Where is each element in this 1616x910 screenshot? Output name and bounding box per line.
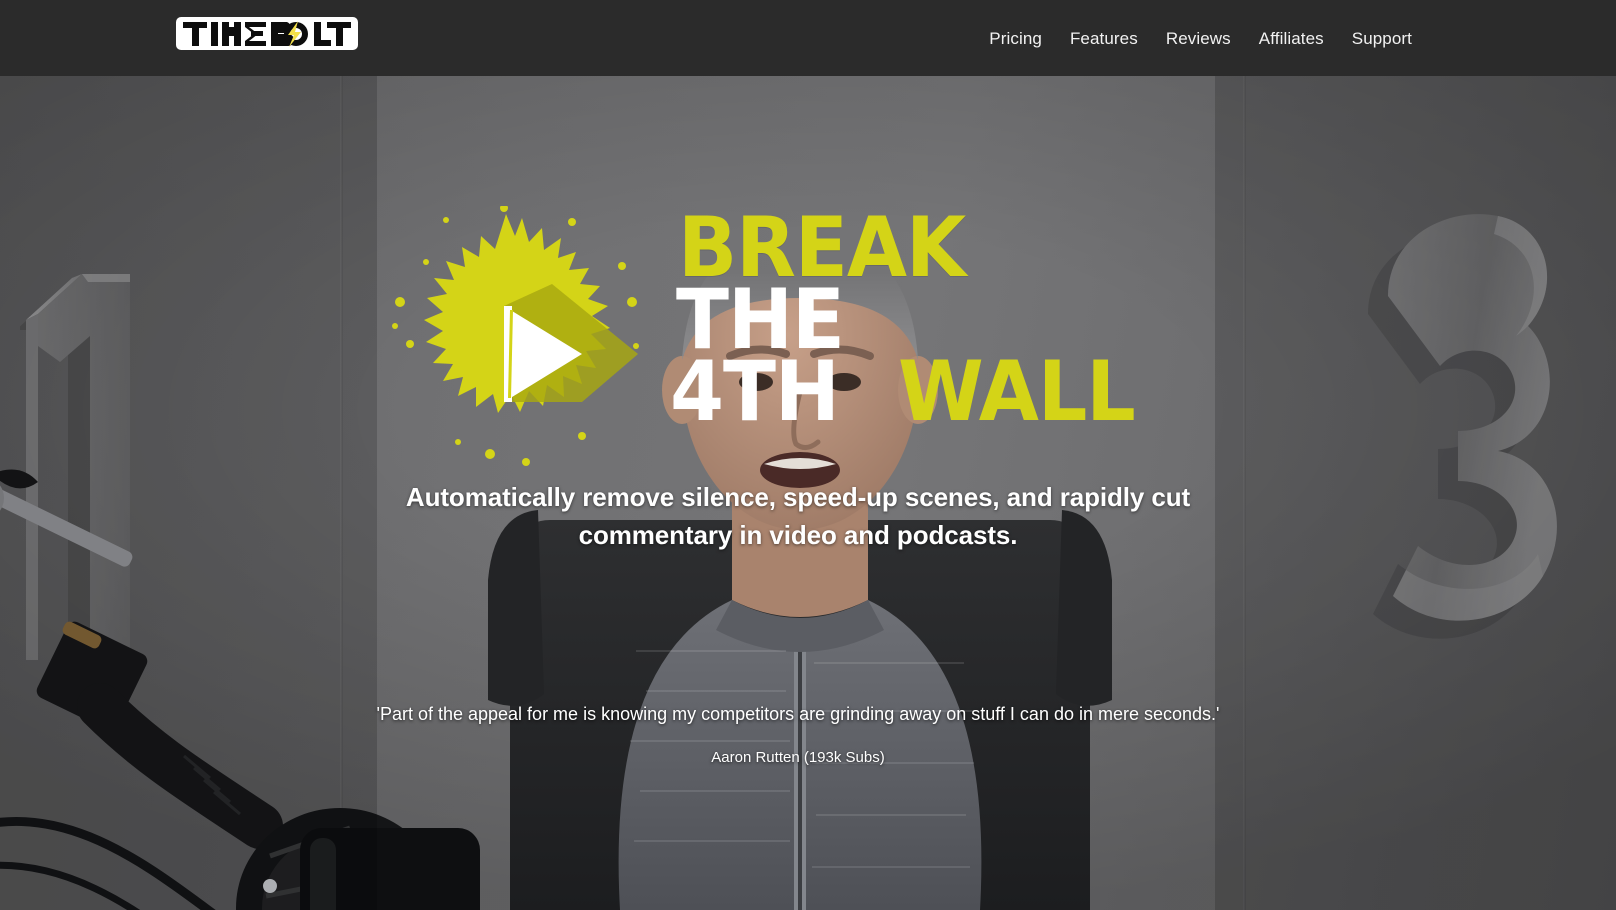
nav-link-features[interactable]: Features [1070,30,1138,47]
nav-link-reviews[interactable]: Reviews [1166,30,1231,47]
timebolt-logo-wordmark [183,20,351,47]
nav-link-support[interactable]: Support [1352,30,1412,47]
nav-link-pricing[interactable]: Pricing [989,30,1042,47]
main-navigation: Pricing Features Reviews Affiliates Supp… [989,0,1412,76]
studio-microphone [0,469,480,910]
wall-numeral-3 [1368,214,1557,639]
nav-link-affiliates[interactable]: Affiliates [1259,30,1324,47]
hero-video-section: BREAK THE 4TH WALL Automatically remove … [0,76,1616,910]
site-header: Pricing Features Reviews Affiliates Supp… [0,0,1616,76]
timebolt-logo[interactable] [176,17,358,50]
page-root: Pricing Features Reviews Affiliates Supp… [0,0,1616,910]
